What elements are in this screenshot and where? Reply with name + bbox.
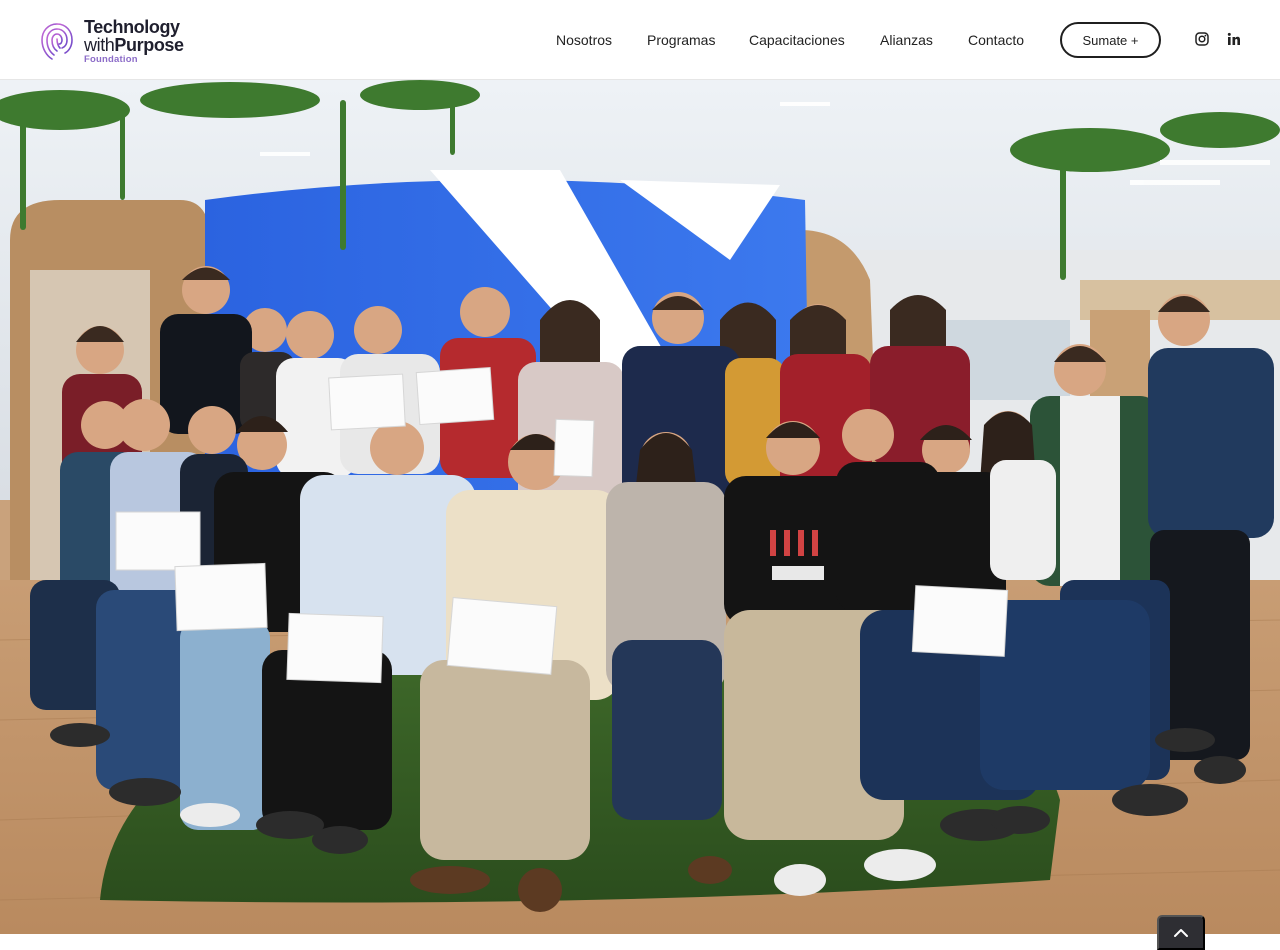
chevron-up-icon	[1174, 928, 1188, 937]
hero-group-photo	[0, 80, 1280, 934]
nav-item-nosotros[interactable]: Nosotros	[556, 32, 612, 48]
nav-item-contacto[interactable]: Contacto	[968, 32, 1024, 48]
group-photo-illustration	[0, 80, 1280, 934]
sumate-button[interactable]: Sumate +	[1060, 22, 1161, 58]
instagram-icon[interactable]	[1194, 31, 1210, 47]
nav-item-capacitaciones[interactable]: Capacitaciones	[749, 32, 845, 48]
nav-item-programas[interactable]: Programas	[647, 32, 715, 48]
linkedin-icon[interactable]	[1226, 31, 1242, 47]
site-header: Technology withPurpose Foundation Nosotr…	[0, 0, 1280, 80]
nav-item-alianzas[interactable]: Alianzas	[880, 32, 933, 48]
scroll-to-top-button[interactable]	[1157, 915, 1205, 950]
main-navigation: Nosotros Programas Capacitaciones Alianz…	[0, 0, 1280, 80]
